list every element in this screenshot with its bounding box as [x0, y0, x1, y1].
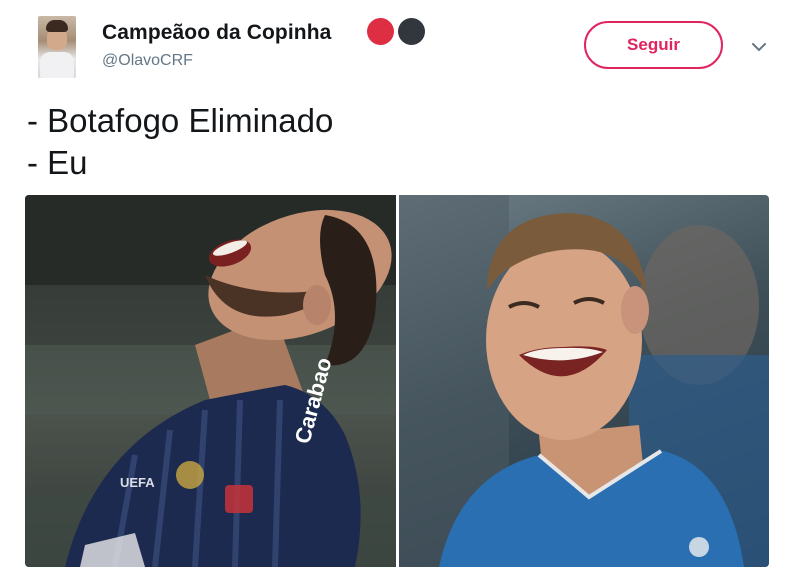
black-circle-emoji-icon — [398, 18, 425, 45]
user-handle[interactable]: @OlavoCRF — [102, 52, 193, 70]
photo-right[interactable] — [399, 195, 769, 567]
chevron-down-icon[interactable] — [750, 38, 768, 56]
avatar-hair — [46, 20, 68, 32]
follow-button[interactable]: Seguir — [584, 21, 723, 69]
photo-left[interactable]: Carabao UEFA — [25, 195, 396, 567]
red-circle-emoji-icon — [367, 18, 394, 45]
tweet-media[interactable]: Carabao UEFA — [25, 195, 769, 567]
tweet-text-line-2: - Eu — [27, 144, 88, 181]
laughing-player-right-image — [399, 195, 769, 567]
avatar[interactable] — [38, 16, 76, 78]
avatar-shirt — [40, 52, 74, 78]
jersey-uefa-text: UEFA — [120, 475, 155, 490]
tweet-card: Campeãoo da Copinha @OlavoCRF Seguir - B… — [0, 0, 798, 575]
laughing-player-left-image: Carabao UEFA — [25, 195, 396, 567]
display-name[interactable]: Campeãoo da Copinha — [102, 21, 331, 45]
tweet-text-line-1: - Botafogo Eliminado — [27, 102, 334, 139]
